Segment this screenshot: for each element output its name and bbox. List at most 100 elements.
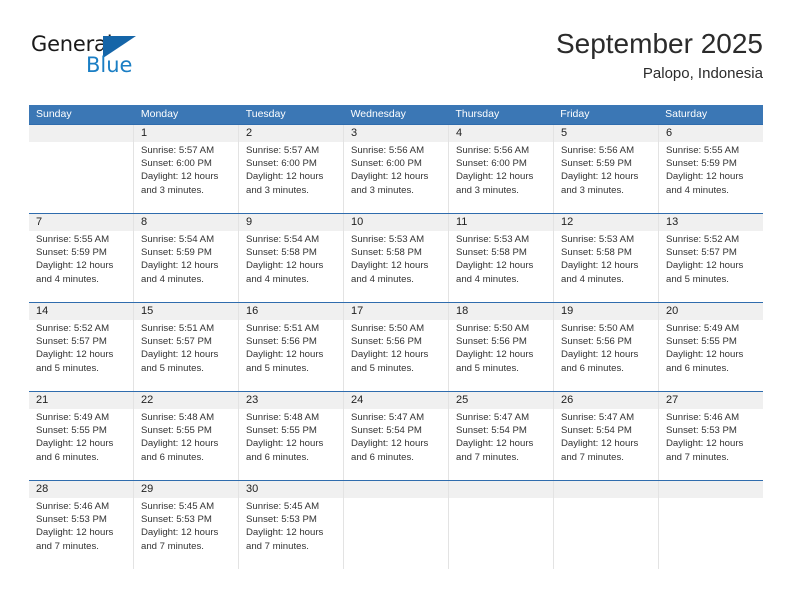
calendar-day-cell[interactable]: 21 Sunrise: 5:49 AM Sunset: 5:55 PM Dayligh…: [29, 392, 134, 480]
day-number: 30: [239, 481, 343, 498]
day-details: Sunrise: 5:46 AM Sunset: 5:53 PM Daylight:…: [29, 498, 133, 553]
calendar-day-cell-empty: [29, 125, 134, 213]
daylight-text-line1: Daylight: 12 hours: [561, 438, 639, 450]
sunset-text: Sunset: 5:53 PM: [666, 425, 737, 437]
calendar-day-cell[interactable]: 28 Sunrise: 5:46 AM Sunset: 5:53 PM Dayligh…: [29, 481, 134, 569]
day-number: 25: [449, 392, 553, 409]
calendar-day-cell[interactable]: 12 Sunrise: 5:53 AM Sunset: 5:58 PM Dayligh…: [554, 214, 659, 302]
logo-primary-text: General: [31, 32, 113, 56]
calendar-day-cell[interactable]: 24 Sunrise: 5:47 AM Sunset: 5:54 PM Dayligh…: [344, 392, 449, 480]
calendar-day-cell[interactable]: 4 Sunrise: 5:56 AM Sunset: 6:00 PM Daylight…: [449, 125, 554, 213]
day-number: 28: [29, 481, 133, 498]
daylight-text-line1: Daylight: 12 hours: [246, 260, 324, 272]
daylight-text-line2: and 5 minutes.: [141, 362, 204, 374]
day-details: Sunrise: 5:50 AM Sunset: 5:56 PM Daylight:…: [344, 320, 448, 375]
daylight-text-line2: and 4 minutes.: [246, 273, 309, 285]
day-details: Sunrise: 5:57 AM Sunset: 6:00 PM Daylight:…: [239, 142, 343, 197]
calendar-day-cell[interactable]: 26 Sunrise: 5:47 AM Sunset: 5:54 PM Dayligh…: [554, 392, 659, 480]
calendar-week-row: 14 Sunrise: 5:52 AM Sunset: 5:57 PM Dayligh…: [29, 302, 763, 391]
daylight-text-line2: and 4 minutes.: [36, 273, 99, 285]
calendar-page: General Blue September 2025 Palopo, Indo…: [0, 0, 792, 612]
calendar-day-cell[interactable]: 10 Sunrise: 5:53 AM Sunset: 5:58 PM Dayligh…: [344, 214, 449, 302]
sunset-text: Sunset: 5:54 PM: [351, 425, 422, 437]
calendar-week-row: 1 Sunrise: 5:57 AM Sunset: 6:00 PM Daylight…: [29, 124, 763, 213]
calendar-day-cell[interactable]: 2 Sunrise: 5:57 AM Sunset: 6:00 PM Daylight…: [239, 125, 344, 213]
daylight-text-line1: Daylight: 12 hours: [36, 527, 114, 539]
sunrise-text: Sunrise: 5:57 AM: [246, 145, 320, 156]
weekday-header-sunday: Sunday: [36, 108, 72, 120]
weekday-header-row: Sunday Monday Tuesday Wednesday Thursday Frid…: [29, 105, 763, 124]
day-number: [554, 481, 658, 498]
calendar-day-cell[interactable]: 18 Sunrise: 5:50 AM Sunset: 5:56 PM Dayligh…: [449, 303, 554, 391]
calendar-day-cell[interactable]: 7 Sunrise: 5:55 AM Sunset: 5:59 PM Daylight…: [29, 214, 134, 302]
sunrise-text: Sunrise: 5:45 AM: [141, 501, 215, 512]
sunrise-text: Sunrise: 5:53 AM: [456, 234, 530, 245]
day-number: 13: [659, 214, 763, 231]
calendar-day-cell[interactable]: 1 Sunrise: 5:57 AM Sunset: 6:00 PM Daylight…: [134, 125, 239, 213]
day-details: Sunrise: 5:48 AM Sunset: 5:55 PM Daylight:…: [134, 409, 238, 464]
calendar-day-cell[interactable]: 17 Sunrise: 5:50 AM Sunset: 5:56 PM Dayligh…: [344, 303, 449, 391]
weekday-header-thursday: Thursday: [455, 108, 500, 120]
daylight-text-line1: Daylight: 12 hours: [141, 527, 219, 539]
calendar-day-cell[interactable]: 8 Sunrise: 5:54 AM Sunset: 5:59 PM Daylight…: [134, 214, 239, 302]
calendar-day-cell[interactable]: 3 Sunrise: 5:56 AM Sunset: 6:00 PM Daylight…: [344, 125, 449, 213]
sunset-text: Sunset: 5:58 PM: [561, 247, 632, 259]
calendar-week-row: 21 Sunrise: 5:49 AM Sunset: 5:55 PM Dayligh…: [29, 391, 763, 480]
sunrise-text: Sunrise: 5:52 AM: [36, 323, 110, 334]
calendar-day-cell[interactable]: 20 Sunrise: 5:49 AM Sunset: 5:55 PM Dayligh…: [659, 303, 763, 391]
sunrise-text: Sunrise: 5:53 AM: [561, 234, 635, 245]
calendar-day-cell[interactable]: 30 Sunrise: 5:45 AM Sunset: 5:53 PM Dayligh…: [239, 481, 344, 569]
day-details: Sunrise: 5:47 AM Sunset: 5:54 PM Daylight:…: [449, 409, 553, 464]
sunrise-text: Sunrise: 5:52 AM: [666, 234, 740, 245]
calendar-day-cell[interactable]: 25 Sunrise: 5:47 AM Sunset: 5:54 PM Dayligh…: [449, 392, 554, 480]
sunrise-text: Sunrise: 5:56 AM: [456, 145, 530, 156]
sunset-text: Sunset: 5:54 PM: [456, 425, 527, 437]
daylight-text-line2: and 6 minutes.: [561, 362, 624, 374]
calendar-day-cell[interactable]: 27 Sunrise: 5:46 AM Sunset: 5:53 PM Dayligh…: [659, 392, 763, 480]
calendar-day-cell[interactable]: 23 Sunrise: 5:48 AM Sunset: 5:55 PM Dayligh…: [239, 392, 344, 480]
title-block: September 2025 Palopo, Indonesia: [556, 28, 763, 82]
day-details: Sunrise: 5:47 AM Sunset: 5:54 PM Daylight:…: [554, 409, 658, 464]
calendar-day-cell[interactable]: 11 Sunrise: 5:53 AM Sunset: 5:58 PM Dayligh…: [449, 214, 554, 302]
calendar-day-cell[interactable]: 6 Sunrise: 5:55 AM Sunset: 5:59 PM Daylight…: [659, 125, 763, 213]
day-details: Sunrise: 5:51 AM Sunset: 5:56 PM Daylight:…: [239, 320, 343, 375]
calendar-week-row: 7 Sunrise: 5:55 AM Sunset: 5:59 PM Daylight…: [29, 213, 763, 302]
weekday-header-tuesday: Tuesday: [245, 108, 286, 120]
daylight-text-line1: Daylight: 12 hours: [246, 438, 324, 450]
sunset-text: Sunset: 5:56 PM: [561, 336, 632, 348]
day-number: 7: [29, 214, 133, 231]
daylight-text-line2: and 7 minutes.: [666, 451, 729, 463]
daylight-text-line1: Daylight: 12 hours: [141, 171, 219, 183]
calendar-day-cell[interactable]: 5 Sunrise: 5:56 AM Sunset: 5:59 PM Daylight…: [554, 125, 659, 213]
calendar-day-cell[interactable]: 9 Sunrise: 5:54 AM Sunset: 5:58 PM Daylight…: [239, 214, 344, 302]
day-number: 17: [344, 303, 448, 320]
day-number: 21: [29, 392, 133, 409]
daylight-text-line1: Daylight: 12 hours: [36, 260, 114, 272]
daylight-text-line2: and 7 minutes.: [561, 451, 624, 463]
day-number: 1: [134, 125, 238, 142]
page-subtitle: Palopo, Indonesia: [642, 65, 763, 83]
calendar-day-cell[interactable]: 13 Sunrise: 5:52 AM Sunset: 5:57 PM Dayligh…: [659, 214, 763, 302]
calendar-day-cell[interactable]: 16 Sunrise: 5:51 AM Sunset: 5:56 PM Dayligh…: [239, 303, 344, 391]
calendar-grid: Sunday Monday Tuesday Wednesday Thursday Frid…: [29, 105, 763, 569]
sunrise-text: Sunrise: 5:48 AM: [246, 412, 320, 423]
calendar-day-cell[interactable]: 14 Sunrise: 5:52 AM Sunset: 5:57 PM Dayligh…: [29, 303, 134, 391]
calendar-day-cell[interactable]: 15 Sunrise: 5:51 AM Sunset: 5:57 PM Dayligh…: [134, 303, 239, 391]
sunrise-text: Sunrise: 5:47 AM: [561, 412, 635, 423]
day-number: 9: [239, 214, 343, 231]
daylight-text-line1: Daylight: 12 hours: [246, 527, 324, 539]
generalblue-logo[interactable]: General Blue: [29, 34, 169, 86]
calendar-day-cell[interactable]: 29 Sunrise: 5:45 AM Sunset: 5:53 PM Dayligh…: [134, 481, 239, 569]
day-details: Sunrise: 5:56 AM Sunset: 5:59 PM Daylight:…: [554, 142, 658, 197]
sunrise-text: Sunrise: 5:46 AM: [666, 412, 740, 423]
calendar-day-cell[interactable]: 19 Sunrise: 5:50 AM Sunset: 5:56 PM Dayligh…: [554, 303, 659, 391]
calendar-day-cell[interactable]: 22 Sunrise: 5:48 AM Sunset: 5:55 PM Dayligh…: [134, 392, 239, 480]
sunset-text: Sunset: 5:57 PM: [141, 336, 212, 348]
daylight-text-line1: Daylight: 12 hours: [141, 438, 219, 450]
sunrise-text: Sunrise: 5:57 AM: [141, 145, 215, 156]
day-number: [29, 125, 133, 142]
day-number: [659, 481, 763, 498]
daylight-text-line2: and 3 minutes.: [246, 184, 309, 196]
calendar-day-cell-empty: [449, 481, 554, 569]
sunset-text: Sunset: 5:59 PM: [561, 158, 632, 170]
